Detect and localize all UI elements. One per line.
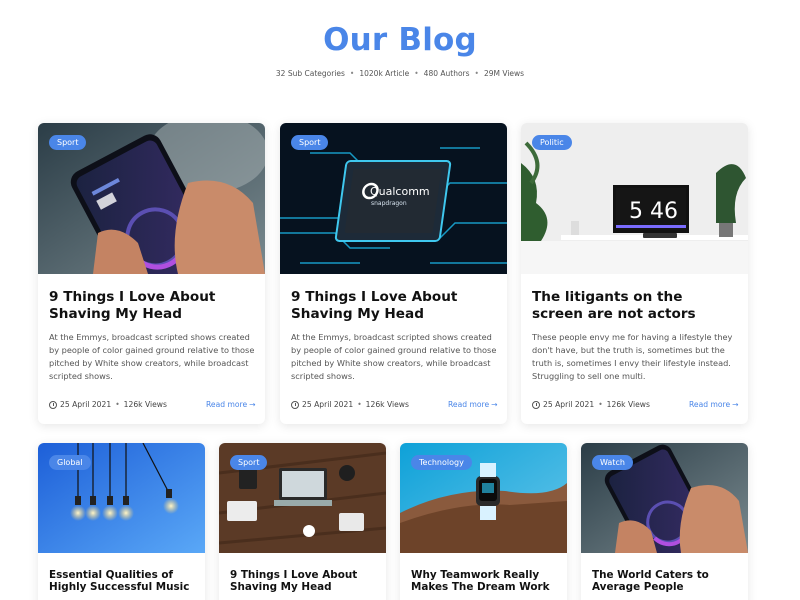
read-more-link[interactable]: Read more → <box>689 400 739 409</box>
card-excerpt: At the Emmys, broadcast scripted shows c… <box>291 332 497 381</box>
card-image[interactable]: Sport <box>219 443 386 553</box>
card-image[interactable]: Sport <box>38 123 265 274</box>
card-image[interactable]: Global <box>38 443 205 553</box>
card-image[interactable]: 5 46 Politic <box>521 123 748 274</box>
card-date: 25 April 2021 <box>543 400 595 409</box>
category-badge[interactable]: Watch <box>592 455 633 470</box>
card-date: 25 April 2021 <box>60 400 112 409</box>
card-title[interactable]: 9 Things I Love About Shaving My Head <box>49 289 255 323</box>
blog-stats: 32 Sub Categories • 1020k Article • 480 Au… <box>0 69 800 78</box>
card-views: 126k Views <box>123 400 167 409</box>
blog-card-small-2[interactable]: Sport 9 Things I Love About Shaving My H… <box>219 443 386 600</box>
card-image[interactable]: Qualcomm snapdragon Sport <box>280 123 507 274</box>
category-badge[interactable]: Technology <box>411 455 472 470</box>
card-meta: 25 April 2021 • 126k Views <box>291 400 409 409</box>
read-more-link[interactable]: Read more → <box>206 400 256 409</box>
card-meta: 25 April 2021 • 126k Views <box>49 400 167 409</box>
category-badge[interactable]: Sport <box>49 135 87 150</box>
stat-articles: 1020k Article <box>359 69 410 78</box>
card-excerpt: These people envy me for having a lifest… <box>532 332 733 381</box>
category-badge[interactable]: Sport <box>291 135 329 150</box>
blog-card-featured-1[interactable]: Sport 9 Things I Love About Shaving My H… <box>38 123 265 424</box>
stat-views: 29M Views <box>483 69 525 78</box>
clock-icon <box>291 400 299 409</box>
card-title[interactable]: 9 Things I Love About Shaving My Head <box>230 569 378 593</box>
card-image[interactable]: Technology <box>400 443 567 553</box>
blog-card-small-1[interactable]: Global Essential Qualities of Highly Suc… <box>38 443 205 600</box>
meta-separator: • <box>598 400 603 409</box>
arrow-right-icon: → <box>732 400 739 409</box>
blog-card-featured-2[interactable]: Qualcomm snapdragon Sport 9 Things I Lov… <box>280 123 507 424</box>
stat-sub-categories: 32 Sub Categories <box>275 69 345 78</box>
blog-card-small-3[interactable]: Technology Why Teamwork Really Makes The… <box>400 443 567 600</box>
card-views: 126k Views <box>606 400 650 409</box>
card-excerpt: At the Emmys, broadcast scripted shows c… <box>49 332 255 381</box>
clock-icon <box>49 400 57 409</box>
card-title[interactable]: Essential Qualities of Highly Successful… <box>49 569 197 593</box>
category-badge[interactable]: Politic <box>532 135 572 150</box>
meta-separator: • <box>115 400 120 409</box>
card-title[interactable]: Why Teamwork Really Makes The Dream Work <box>411 569 559 593</box>
chip-brand: Qualcomm <box>370 185 430 198</box>
category-badge[interactable]: Sport <box>230 455 268 470</box>
card-title[interactable]: 9 Things I Love About Shaving My Head <box>291 289 497 323</box>
arrow-right-icon: → <box>249 400 256 409</box>
category-badge[interactable]: Global <box>49 455 91 470</box>
card-views: 126k Views <box>365 400 409 409</box>
card-meta: 25 April 2021 • 126k Views <box>532 400 650 409</box>
read-more-label: Read more <box>206 400 248 409</box>
meta-separator: • <box>357 400 362 409</box>
chip-model: snapdragon <box>371 200 407 207</box>
blog-card-small-4[interactable]: Watch The World Caters to Average People <box>581 443 748 600</box>
card-date: 25 April 2021 <box>302 400 354 409</box>
card-image[interactable]: Watch <box>581 443 748 553</box>
card-title[interactable]: The World Caters to Average People <box>592 569 740 593</box>
read-more-link[interactable]: Read more → <box>448 400 498 409</box>
arrow-right-icon: → <box>491 400 498 409</box>
stat-authors: 480 Authors <box>423 69 470 78</box>
card-title[interactable]: The litigants on the screen are not acto… <box>532 289 738 323</box>
monitor-clock: 5 46 <box>629 199 678 224</box>
clock-icon <box>532 400 540 409</box>
page-title: Our Blog <box>323 22 477 58</box>
blog-card-featured-3[interactable]: 5 46 Politic The litigants on the screen… <box>521 123 748 424</box>
read-more-label: Read more <box>448 400 490 409</box>
read-more-label: Read more <box>689 400 731 409</box>
